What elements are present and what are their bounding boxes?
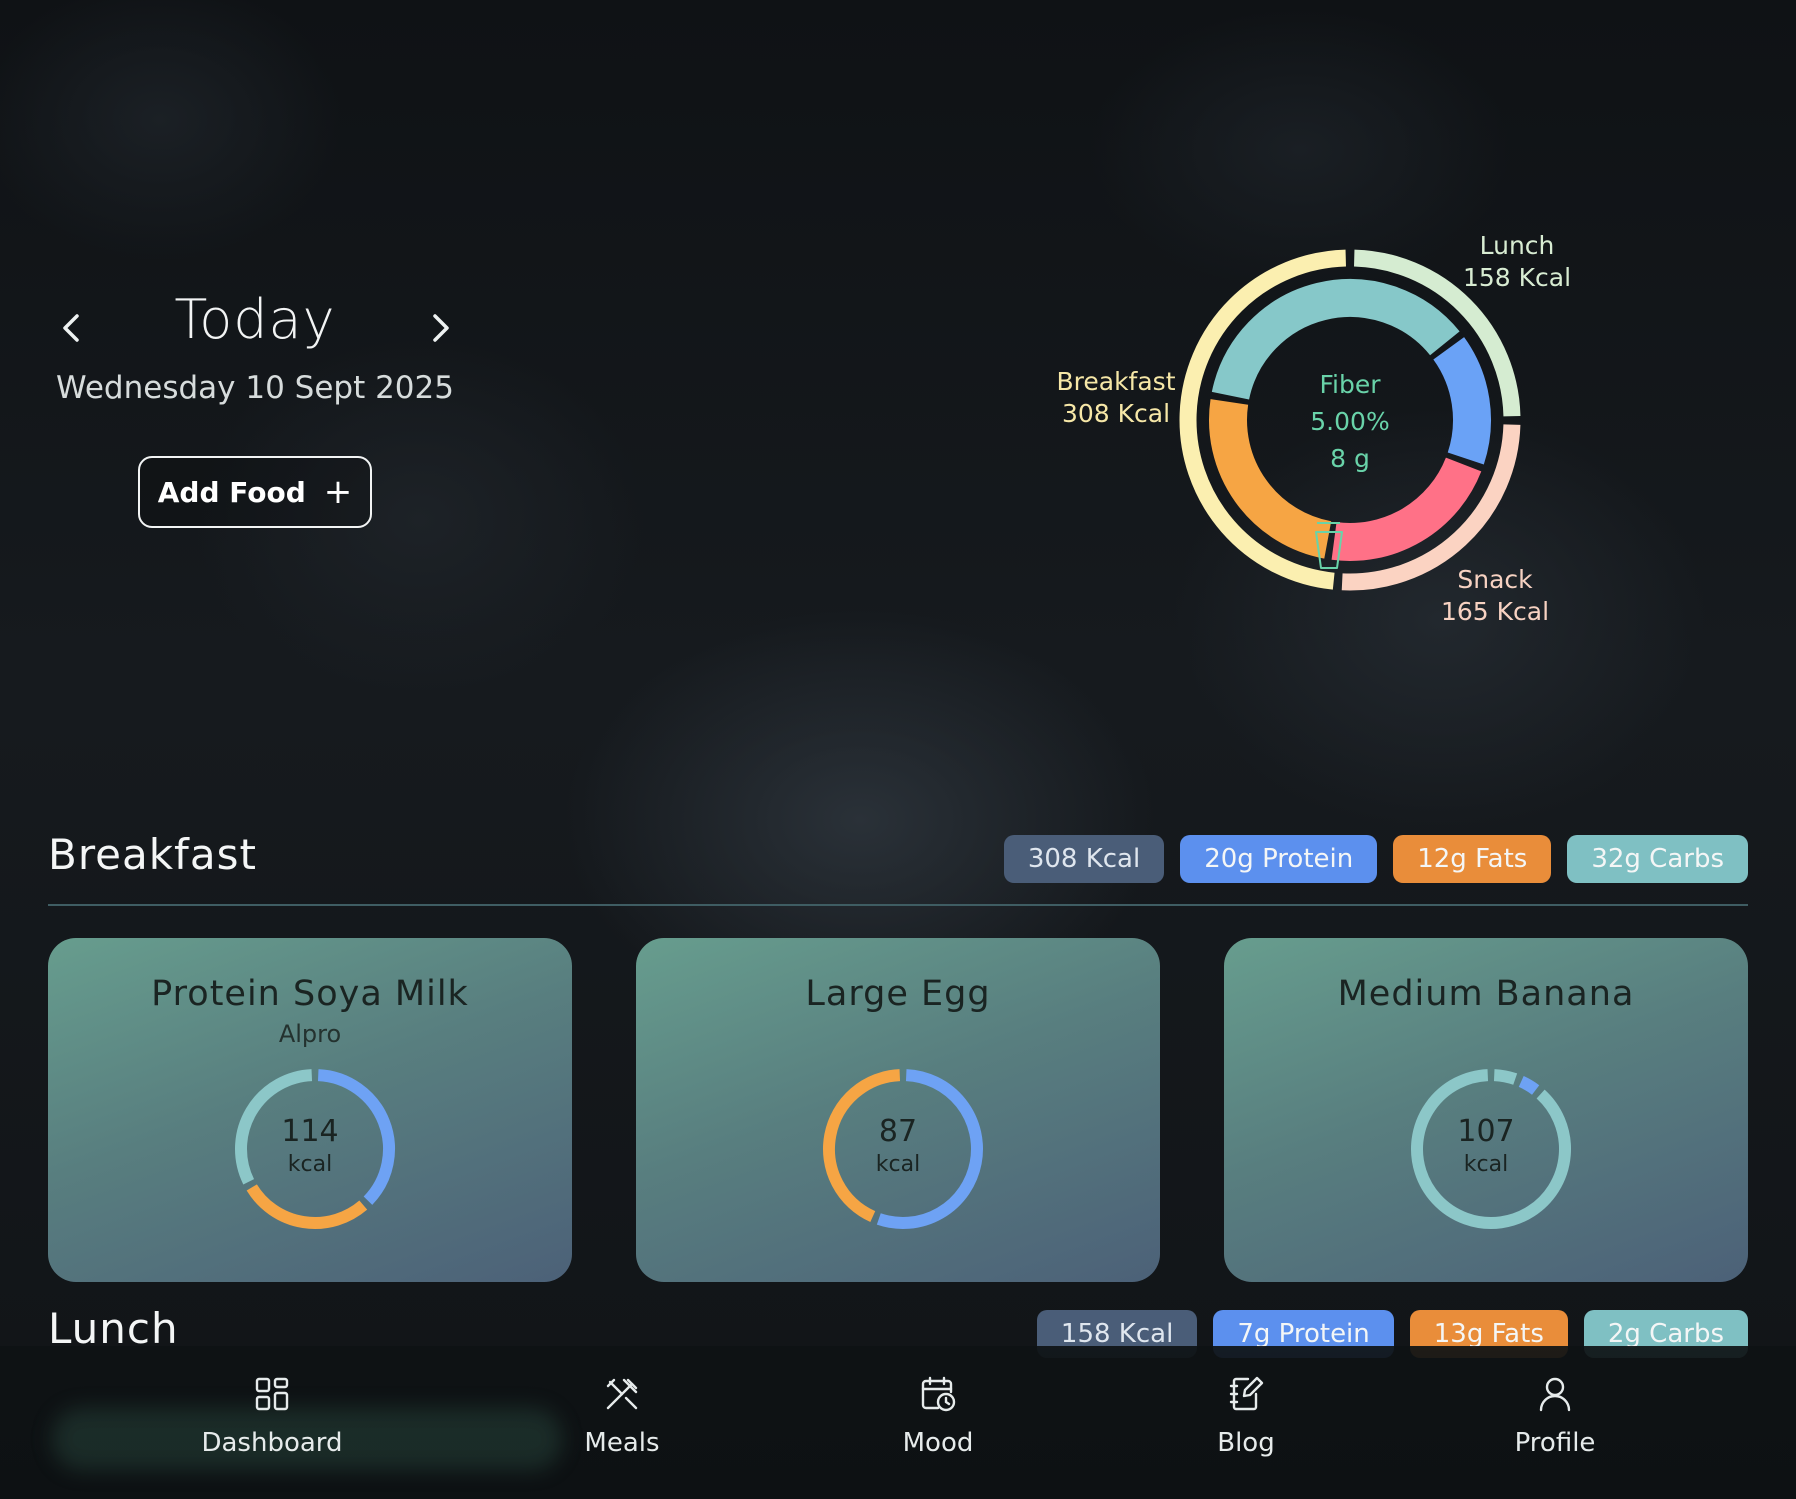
- nav-label: Dashboard: [201, 1428, 343, 1458]
- notebook-edit-icon: [1229, 1376, 1264, 1411]
- food-card-protein-soya-milk[interactable]: Protein Soya Milk Alpro 114 kcal: [48, 938, 572, 1282]
- food-macro-ring: [823, 1069, 983, 1229]
- carbs-pill: 32g Carbs: [1567, 835, 1748, 883]
- kcal-pill: 308 Kcal: [1003, 835, 1165, 883]
- food-card-large-egg[interactable]: Large Egg 87 kcal: [636, 938, 1160, 1282]
- macro-arc-0: [876, 1069, 983, 1229]
- fiber-percent: 5.00%: [1310, 407, 1390, 436]
- next-day-button[interactable]: [420, 308, 460, 348]
- breakfast-label: Breakfast: [1056, 367, 1176, 396]
- food-name: Protein Soya Milk: [151, 974, 469, 1014]
- food-name: Large Egg: [805, 974, 991, 1014]
- nav-blog[interactable]: Blog: [1146, 1374, 1346, 1458]
- nav-dashboard[interactable]: Dashboard: [172, 1374, 372, 1458]
- section-divider: [48, 904, 1748, 906]
- chevron-left-icon: [63, 314, 79, 342]
- fiber-label: Fiber: [1319, 370, 1381, 399]
- food-kcal: 107: [1457, 1114, 1515, 1149]
- nav-meals[interactable]: Meals: [522, 1374, 722, 1458]
- current-date: Wednesday 10 Sept 2025: [56, 370, 454, 406]
- food-kcal-unit: kcal: [875, 1152, 921, 1177]
- nav-label: Profile: [1514, 1428, 1596, 1458]
- breakfast-macro-pills: 308 Kcal 20g Protein 12g Fats 32g Carbs: [1003, 835, 1748, 883]
- nav-label: Blog: [1217, 1428, 1275, 1458]
- lunch-kcal: 158 Kcal: [1462, 263, 1572, 292]
- grid-icon: [255, 1377, 289, 1411]
- breakfast-section-title: Breakfast: [48, 830, 257, 879]
- food-card-medium-banana[interactable]: Medium Banana 107 kcal: [1224, 938, 1748, 1282]
- macro-arc-2: [1411, 1069, 1571, 1229]
- macro-arc-0: [1493, 1069, 1518, 1085]
- food-kcal-unit: kcal: [1463, 1152, 1509, 1177]
- macro-arc-1: [246, 1184, 368, 1229]
- user-icon: [1539, 1377, 1571, 1412]
- food-kcal: 114: [281, 1114, 339, 1149]
- fiber-summary: Fiber 5.00% 8 g: [1250, 366, 1450, 477]
- chevron-right-icon: [433, 314, 449, 342]
- breakfast-kcal-label: Breakfast 308 Kcal: [1046, 366, 1186, 430]
- previous-day-button[interactable]: [52, 308, 92, 348]
- utensils-icon: [606, 1378, 638, 1410]
- lunch-label: Lunch: [1479, 231, 1555, 260]
- nav-profile[interactable]: Profile: [1455, 1374, 1655, 1458]
- snack-label: Snack: [1457, 565, 1533, 594]
- protein-pill: 20g Protein: [1180, 835, 1378, 883]
- food-kcal-unit: kcal: [287, 1152, 333, 1177]
- breakfast-kcal: 308 Kcal: [1061, 399, 1171, 428]
- nav-mood[interactable]: Mood: [838, 1374, 1038, 1458]
- macro-arc-1: [1518, 1075, 1540, 1095]
- nav-label: Meals: [584, 1428, 660, 1458]
- macro-arc-protein: [1433, 337, 1491, 465]
- nav-label: Mood: [902, 1428, 974, 1458]
- snack-kcal: 165 Kcal: [1440, 597, 1550, 626]
- add-food-label: Add Food: [157, 475, 306, 509]
- calendar-clock-icon: [921, 1376, 956, 1412]
- food-brand: Alpro: [278, 1020, 342, 1048]
- food-name: Medium Banana: [1337, 974, 1635, 1014]
- food-kcal: 87: [878, 1114, 918, 1149]
- plus-icon: +: [323, 472, 353, 512]
- page-title: Today: [174, 288, 336, 351]
- fiber-grams: 8 g: [1330, 444, 1370, 473]
- snack-kcal-label: Snack 165 Kcal: [1430, 564, 1560, 628]
- food-macro-ring: [1411, 1069, 1571, 1229]
- lunch-kcal-label: Lunch 158 Kcal: [1452, 230, 1582, 294]
- food-macro-ring: [235, 1069, 395, 1229]
- add-food-button[interactable]: Add Food +: [138, 456, 372, 528]
- fats-pill: 12g Fats: [1393, 835, 1552, 883]
